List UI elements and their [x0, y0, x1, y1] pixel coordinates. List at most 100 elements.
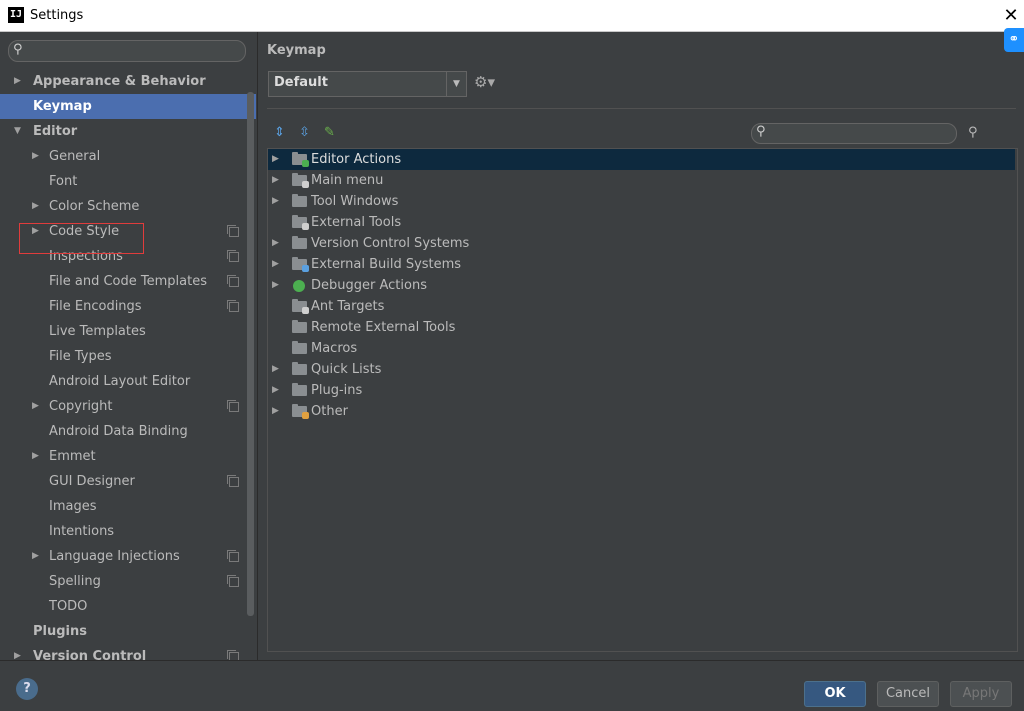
sidebar-item-live-templates[interactable]: Live Templates [0, 319, 256, 344]
sidebar-item-file-and-code-templates[interactable]: File and Code Templates [0, 269, 256, 294]
project-copy-icon [227, 650, 239, 660]
window-title: Settings [30, 8, 84, 23]
sidebar-item-keymap[interactable]: Keymap [0, 94, 256, 119]
settings-sidebar: ⚲ ▶ Appearance & Behavior Keymap ▼ Editor ▶ Ge… [0, 32, 258, 660]
chevron-right-icon[interactable]: ▶ [272, 254, 279, 275]
sidebar-item-label: Spelling [49, 574, 101, 589]
chevron-right-icon[interactable]: ▶ [14, 644, 21, 660]
sidebar-item-android-data-binding[interactable]: Android Data Binding [0, 419, 256, 444]
collapse-all-icon[interactable]: ⇳ [299, 125, 310, 140]
folder-badge-icon [302, 307, 309, 314]
sidebar-item-images[interactable]: Images [0, 494, 256, 519]
sidebar-item-label: General [49, 149, 101, 164]
chevron-right-icon[interactable]: ▶ [272, 233, 279, 254]
keymap-scheme-select[interactable]: Default ▼ [268, 71, 467, 97]
sidebar-item-plugins[interactable]: Plugins [0, 619, 256, 644]
sidebar-item-emmet[interactable]: ▶ Emmet [0, 444, 256, 469]
sidebar-item-label: File and Code Templates [49, 274, 207, 289]
sidebar-item-color-scheme[interactable]: ▶ Color Scheme [0, 194, 256, 219]
project-copy-icon [227, 275, 239, 287]
chevron-right-icon[interactable]: ▶ [32, 544, 39, 569]
chevron-right-icon[interactable]: ▶ [272, 275, 279, 296]
edit-shortcut-icon[interactable]: ✎ [324, 125, 335, 140]
search-icon: ⚲ [756, 124, 766, 139]
sidebar-scrollbar[interactable] [247, 92, 254, 616]
folder-badge-icon [302, 160, 309, 167]
folder-badge-icon [302, 181, 309, 188]
sidebar-item-file-encodings[interactable]: File Encodings [0, 294, 256, 319]
chevron-right-icon[interactable]: ▶ [272, 380, 279, 401]
sidebar-item-label: Font [49, 174, 78, 189]
chevron-right-icon[interactable]: ▶ [32, 144, 39, 169]
tree-row[interactable]: Macros [268, 338, 1015, 359]
sidebar-item-gui-designer[interactable]: GUI Designer [0, 469, 256, 494]
tree-row-label: Other [311, 404, 348, 419]
action-search-input[interactable]: ⚲ [751, 123, 957, 144]
chevron-right-icon[interactable]: ▶ [272, 149, 279, 170]
cancel-button[interactable]: Cancel [877, 681, 939, 707]
tree-row[interactable]: ▶ Plug-ins [268, 380, 1015, 401]
chevron-right-icon[interactable]: ▶ [272, 170, 279, 191]
gear-icon[interactable]: ⚙▾ [474, 73, 495, 91]
sidebar-item-label: Version Control [33, 649, 147, 660]
help-icon[interactable]: ? [16, 678, 38, 700]
sidebar-item-label: Language Injections [49, 549, 180, 564]
chevron-right-icon[interactable]: ▶ [32, 194, 39, 219]
tree-row[interactable]: ▶ Editor Actions [268, 149, 1015, 170]
chevron-right-icon[interactable]: ▶ [272, 191, 279, 212]
chevron-down-icon[interactable]: ▼ [14, 119, 21, 144]
sidebar-item-label: File Types [49, 349, 112, 364]
tree-row-label: Debugger Actions [311, 278, 427, 293]
tree-row-label: Remote External Tools [311, 320, 456, 335]
search-icon: ⚲ [13, 42, 23, 57]
tree-row[interactable]: External Tools [268, 212, 1015, 233]
sidebar-item-language-injections[interactable]: ▶ Language Injections [0, 544, 256, 569]
project-copy-icon [227, 300, 239, 312]
sidebar-item-spelling[interactable]: Spelling [0, 569, 256, 594]
folder-badge-icon [302, 265, 309, 272]
sidebar-item-editor[interactable]: ▼ Editor [0, 119, 256, 144]
sidebar-item-copyright[interactable]: ▶ Copyright [0, 394, 256, 419]
tree-row-label: Main menu [311, 173, 384, 188]
sidebar-item-intentions[interactable]: Intentions [0, 519, 256, 544]
sidebar-item-version-control[interactable]: ▶ Version Control [0, 644, 256, 660]
tree-row[interactable]: Ant Targets [268, 296, 1015, 317]
chevron-right-icon[interactable]: ▶ [32, 394, 39, 419]
tree-row[interactable]: Remote External Tools [268, 317, 1015, 338]
ok-button[interactable]: OK [804, 681, 866, 707]
expand-all-icon[interactable]: ⇕ [274, 125, 285, 140]
chevron-right-icon[interactable]: ▶ [32, 444, 39, 469]
sidebar-item-general[interactable]: ▶ General [0, 144, 256, 169]
tree-row[interactable]: ▶ Quick Lists [268, 359, 1015, 380]
chevron-right-icon[interactable]: ▶ [272, 359, 279, 380]
sidebar-item-label: Live Templates [49, 324, 146, 339]
find-by-shortcut-icon[interactable]: ⚲ [968, 125, 978, 140]
sidebar-item-font[interactable]: Font [0, 169, 256, 194]
sidebar-item-label: Android Layout Editor [49, 374, 191, 389]
tree-row[interactable]: ▶ Main menu [268, 170, 1015, 191]
tree-row[interactable]: ▶ Tool Windows [268, 191, 1015, 212]
settings-tree: ▶ Appearance & Behavior Keymap ▼ Editor ▶ Gene… [0, 69, 256, 660]
chevron-right-icon[interactable]: ▶ [272, 401, 279, 422]
tree-row[interactable]: ▶ Other [268, 401, 1015, 422]
tree-row[interactable]: ▶ External Build Systems [268, 254, 1015, 275]
project-copy-icon [227, 250, 239, 262]
settings-search-input[interactable]: ⚲ [8, 40, 246, 62]
sidebar-item-file-types[interactable]: File Types [0, 344, 256, 369]
sidebar-item-appearance-behavior[interactable]: ▶ Appearance & Behavior [0, 69, 256, 94]
external-tools-icon [292, 215, 309, 230]
folder-icon [292, 383, 307, 396]
sidebar-item-android-layout-editor[interactable]: Android Layout Editor [0, 369, 256, 394]
close-icon[interactable]: ✕ [998, 0, 1024, 31]
chevron-down-icon[interactable]: ▼ [446, 72, 466, 96]
tree-row[interactable]: ▶ Debugger Actions [268, 275, 1015, 296]
sidebar-item-todo[interactable]: TODO [0, 594, 256, 619]
sidebar-item-label: Copyright [49, 399, 113, 414]
folder-badge-icon [302, 412, 309, 419]
sidebar-item-label: Appearance & Behavior [33, 74, 206, 89]
apply-button[interactable]: Apply [950, 681, 1012, 707]
tree-row[interactable]: ▶ Version Control Systems [268, 233, 1015, 254]
sidebar-item-label: Emmet [49, 449, 96, 464]
sidebar-item-label: Editor [33, 124, 78, 139]
chevron-right-icon[interactable]: ▶ [14, 69, 21, 94]
